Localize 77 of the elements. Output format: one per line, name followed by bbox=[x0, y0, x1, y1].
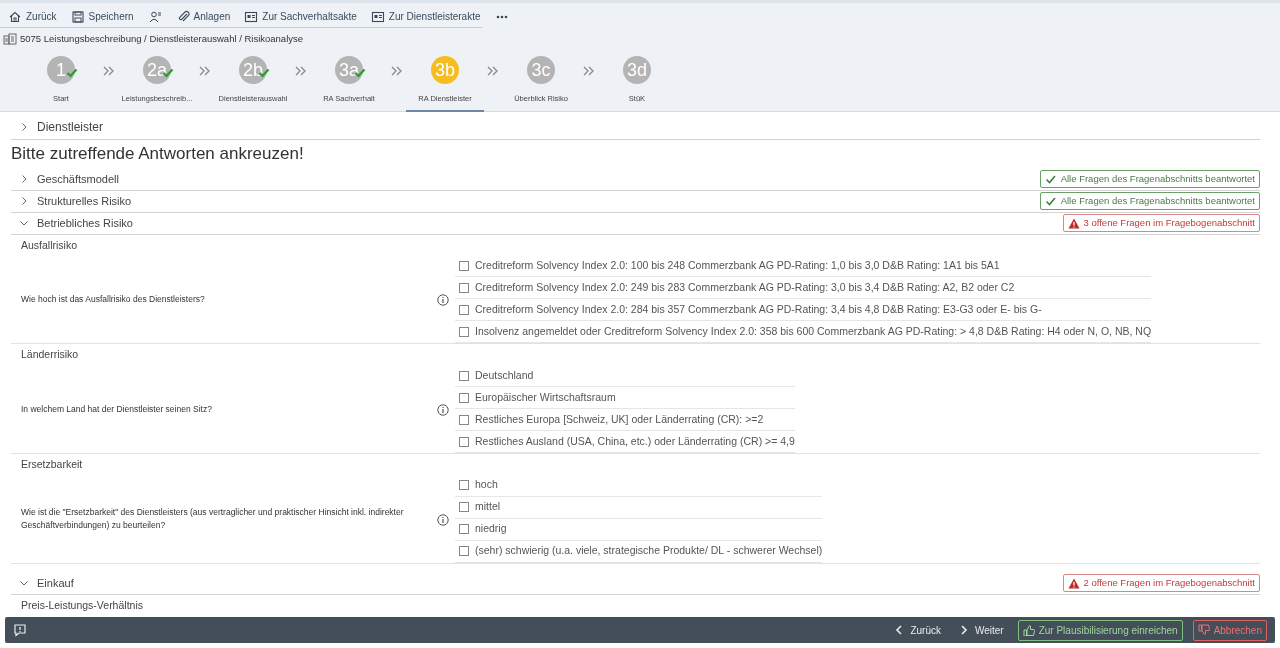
chevron-right-icon bbox=[19, 196, 29, 206]
warning-badge: 2 offene Fragen im Fragebogenabschnitt bbox=[1062, 574, 1260, 593]
double-chevron-icon bbox=[390, 64, 404, 77]
checkbox-option[interactable]: Insolvenz angemeldet oder Creditreform Solvency Index 2.0: 358 bis 600 Commerzbank AG PD-Rating: > 4,8 D&B Rating: H4 oder N, O, NB, NQ bbox=[455, 321, 1152, 344]
checkbox-option[interactable]: Creditreform Solvency Index 2.0: 249 bis 283 Commerzbank AG PD-Rating: 3,0 bis 3,4 D&B Rating: A2, B2 oder C2 bbox=[455, 277, 1152, 300]
group-title: Länderrisiko bbox=[21, 347, 80, 363]
double-chevron-icon bbox=[486, 64, 500, 77]
section-toggle[interactable]: Geschäftsmodell bbox=[11, 170, 119, 188]
id-card-icon bbox=[244, 9, 259, 24]
section-toggle[interactable]: Einkauf bbox=[11, 575, 74, 592]
checkbox-option[interactable]: (sehr) schwierig (u.a. viele, strategische Produkte/ DL - schwerer Wechsel) bbox=[455, 540, 823, 563]
section-toggle[interactable]: Betriebliches Risiko bbox=[11, 214, 133, 232]
group-title: Preis-Leistungs-Verhältnis bbox=[21, 597, 144, 613]
checkbox[interactable] bbox=[459, 546, 469, 557]
info-icon bbox=[437, 513, 449, 526]
chevron-right-icon bbox=[19, 122, 29, 132]
checkbox[interactable] bbox=[459, 414, 469, 425]
checkbox[interactable] bbox=[459, 392, 469, 403]
checkbox[interactable] bbox=[459, 502, 469, 513]
instruction-heading: Bitte zutreffende Antworten ankreuzen! bbox=[11, 139, 1260, 169]
toolbar-button[interactable]: Zur Sachverhaltsakte bbox=[244, 9, 357, 24]
double-chevron-icon bbox=[102, 64, 116, 77]
checkbox[interactable] bbox=[459, 524, 469, 535]
group-title: Ersetzbarkeit bbox=[21, 457, 84, 472]
person-icon[interactable] bbox=[147, 9, 162, 24]
checkbox-option[interactable]: Creditreform Solvency Index 2.0: 100 bis 248 Commerzbank AG PD-Rating: 1,0 bis 3,0 D&B Rating: 1A1 bis 5A1 bbox=[455, 255, 1152, 278]
submit-button[interactable]: Zur Plausibilisierung einreichen bbox=[1017, 619, 1183, 641]
back-button[interactable]: Zurück bbox=[890, 620, 945, 640]
feedback-icon bbox=[13, 623, 27, 637]
check-icon bbox=[1044, 195, 1057, 207]
question-text: In welchem Land hat der Dienstleister seinen Sitz? bbox=[21, 402, 213, 416]
home-icon bbox=[8, 9, 22, 24]
section-toggle[interactable]: Strukturelles Risiko bbox=[11, 192, 132, 210]
warning-icon bbox=[1067, 577, 1080, 589]
id-card-icon bbox=[370, 9, 385, 24]
chevron-right-icon bbox=[19, 174, 29, 184]
double-chevron-icon bbox=[582, 64, 596, 77]
question-text: Wie hoch ist das Ausfallrisiko des Dienstleisters? bbox=[21, 292, 206, 306]
check-icon bbox=[66, 68, 78, 79]
toolbar-button[interactable]: Zur Dienstleisterakte bbox=[370, 9, 481, 24]
double-chevron-icon bbox=[294, 64, 308, 77]
toolbar-button[interactable]: Speichern bbox=[70, 9, 134, 24]
checkbox[interactable] bbox=[459, 326, 469, 337]
next-button[interactable]: Weiter bbox=[954, 620, 1008, 640]
checkbox[interactable] bbox=[459, 260, 469, 271]
checkbox-option[interactable]: hoch bbox=[455, 474, 823, 497]
checkbox[interactable] bbox=[459, 304, 469, 315]
checkbox[interactable] bbox=[459, 370, 469, 381]
question-text: Wie ist die "Ersetzbarkeit" des Dienstleisters (aus vertraglicher und praktischer Hinsicht inkl. indirekter Geschäftverbindungen) zu beurteilen? bbox=[21, 506, 405, 532]
chevron-down-icon bbox=[19, 218, 29, 228]
info-icon bbox=[437, 294, 449, 307]
thumbs-up-icon bbox=[1022, 624, 1035, 636]
double-chevron-icon bbox=[198, 64, 212, 77]
checkbox[interactable] bbox=[459, 480, 469, 491]
checkbox-option[interactable]: niedrig bbox=[455, 518, 823, 541]
toolbar-button[interactable]: Anlagen bbox=[175, 9, 231, 24]
checkbox-option[interactable]: Europäischer Wirtschaftsraum bbox=[455, 387, 795, 409]
checkbox-option[interactable]: mittel bbox=[455, 496, 823, 519]
toolbar-button[interactable]: Zurück bbox=[8, 9, 57, 24]
info-icon bbox=[437, 403, 449, 416]
checkbox-option[interactable]: Creditreform Solvency Index 2.0: 284 bis 357 Commerzbank AG PD-Rating: 3,4 bis 4,8 D&B Rating: E3-G3 oder E- bis G- bbox=[455, 299, 1152, 322]
checkbox[interactable] bbox=[459, 282, 469, 293]
status-badge: Alle Fragen des Fragenabschnitts beantwortet bbox=[1039, 191, 1260, 211]
status-badge: Alle Fragen des Fragenabschnitts beantwortet bbox=[1039, 169, 1260, 189]
checkbox[interactable] bbox=[459, 436, 469, 447]
breadcrumb-text: 5075 Leistungsbeschreibung / Dienstleisterauswahl / Risikoanalyse bbox=[20, 31, 304, 46]
checkbox-option[interactable]: Restliches Europa [Schweiz, UK] oder Länderrating (CR): >=2 bbox=[455, 409, 795, 431]
warning-icon bbox=[1067, 217, 1080, 229]
warning-badge: 3 offene Fragen im Fragebogenabschnitt bbox=[1062, 213, 1260, 233]
building-icon bbox=[3, 33, 17, 45]
thumbs-down-icon bbox=[1197, 624, 1210, 636]
group-title: Ausfallrisiko bbox=[21, 237, 79, 253]
checkbox-option[interactable]: Restliches Ausland (USA, China, etc.) oder Länderrating (CR) >= 4,9 bbox=[455, 431, 795, 453]
save-icon bbox=[70, 9, 85, 24]
check-icon bbox=[1044, 173, 1057, 185]
checkbox-option[interactable]: Deutschland bbox=[455, 365, 795, 387]
section-toggle[interactable]: Dienstleister bbox=[11, 118, 104, 136]
